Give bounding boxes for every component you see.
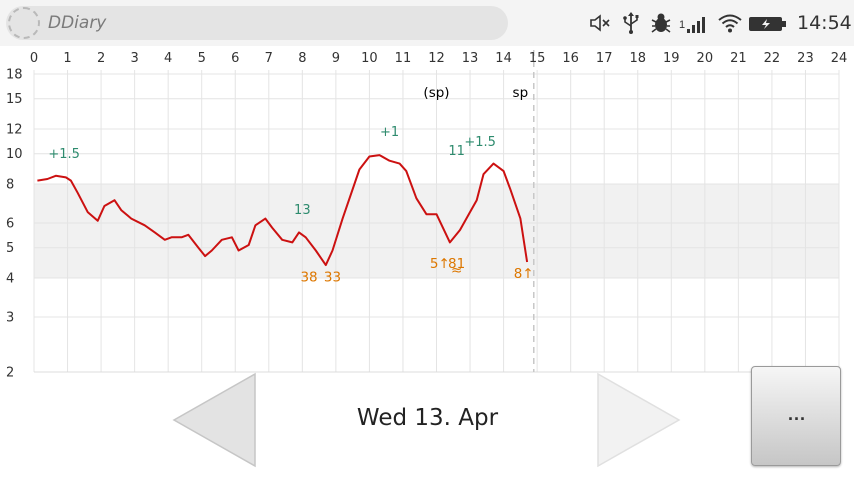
app-title-bar[interactable]: DDiary	[6, 6, 508, 40]
x-tick-label: 10	[361, 51, 378, 66]
y-tick-label: 5	[6, 241, 14, 256]
app-title: DDiary	[48, 13, 107, 33]
y-tick-label: 12	[6, 122, 23, 137]
x-tick-label: 1	[63, 51, 71, 66]
x-tick-label: 16	[562, 51, 579, 66]
x-tick-label: 0	[30, 51, 38, 66]
y-tick-label: 4	[6, 271, 14, 286]
insulin-dose-label: +1	[380, 125, 399, 140]
x-tick-label: 5	[198, 51, 206, 66]
current-date-label: Wed 13. Apr	[356, 405, 499, 431]
y-tick-label: 15	[6, 92, 23, 107]
event-marker-label: sp	[513, 85, 529, 101]
x-tick-label: 8	[298, 51, 306, 66]
carb-intake-label: 38	[300, 269, 317, 285]
x-tick-label: 6	[231, 51, 239, 66]
x-tick-label: 3	[130, 51, 138, 66]
clock: 14:54	[797, 12, 852, 34]
insulin-dose-label: 13	[294, 203, 311, 218]
more-options-label: ...	[787, 404, 806, 424]
volume-mute-icon	[590, 14, 610, 32]
carb-intake-label: ≈	[451, 263, 462, 279]
y-tick-label: 10	[6, 147, 23, 162]
signal-icon	[687, 17, 705, 33]
carb-intake-label: 5↑	[430, 256, 450, 272]
x-tick-label: 23	[797, 51, 814, 66]
x-tick-label: 19	[663, 51, 680, 66]
y-tick-label: 18	[6, 68, 23, 83]
usb-icon	[623, 12, 639, 34]
x-tick-label: 14	[495, 51, 512, 66]
event-marker-label: (sp)	[423, 85, 449, 101]
x-tick-label: 21	[730, 51, 747, 66]
x-tick-label: 17	[596, 51, 613, 66]
insulin-dose-label: +1.5	[48, 147, 80, 162]
y-tick-label: 8	[6, 177, 14, 192]
y-tick-label: 6	[6, 217, 14, 232]
x-axis-ticks: 0 1 2 3 4 5 6 7 8 9 10 11 12 13 14 15 16 17 18 19 20 21 22 23 24	[30, 51, 847, 66]
insulin-dose-label: +1.5	[464, 135, 496, 150]
app-logo-icon	[8, 7, 40, 39]
next-day-button[interactable]	[596, 372, 686, 468]
x-tick-label: 4	[164, 51, 172, 66]
sim-slot-label: 1	[679, 19, 686, 31]
x-tick-label: 22	[764, 51, 781, 66]
more-options-button[interactable]: ...	[751, 366, 841, 466]
carb-intake-label: 33	[324, 269, 341, 285]
bug-icon	[651, 13, 671, 33]
date-navigation: Wed 13. Apr ...	[0, 366, 854, 480]
x-tick-label: 24	[831, 51, 848, 66]
y-tick-label: 3	[6, 311, 14, 326]
x-tick-label: 11	[395, 51, 412, 66]
carb-intake-label: 8↑	[514, 266, 534, 282]
y-axis-ticks: 18151210865432	[6, 68, 23, 381]
battery-charging-icon	[749, 17, 786, 31]
glucose-chart[interactable]: 0 1 2 3 4 5 6 7 8 9 10 11 12 13 14 15 16 17 18 19 20 21 22 23 24…	[0, 46, 854, 386]
x-tick-label: 18	[629, 51, 646, 66]
x-tick-label: 7	[265, 51, 273, 66]
wifi-icon	[718, 14, 742, 33]
x-tick-label: 12	[428, 51, 445, 66]
x-tick-label: 2	[97, 51, 105, 66]
prev-day-button[interactable]	[172, 372, 262, 468]
insulin-dose-label: 11	[448, 144, 465, 159]
x-tick-label: 9	[332, 51, 340, 66]
status-bar: DDiary 1 14:54	[0, 0, 854, 46]
x-tick-label: 15	[529, 51, 546, 66]
x-tick-label: 13	[462, 51, 479, 66]
x-tick-label: 20	[697, 51, 714, 66]
